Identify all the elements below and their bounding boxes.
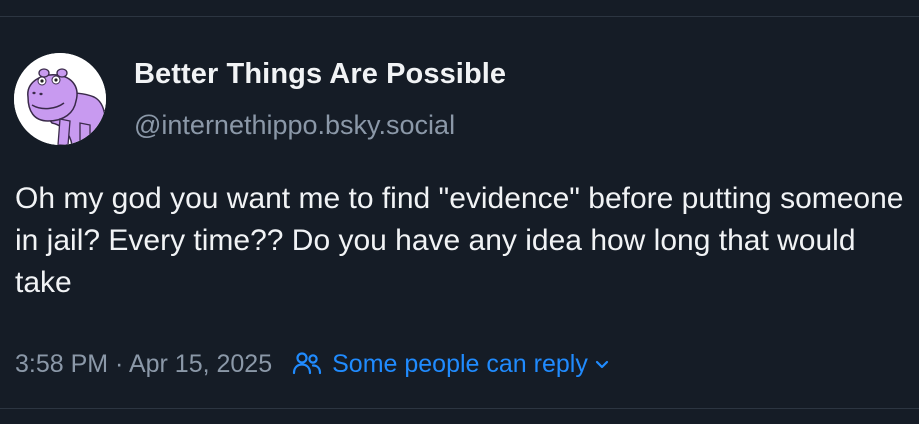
post-timestamp[interactable]: 3:58 PM · Apr 15, 2025 [15,350,272,379]
post-meta: 3:58 PM · Apr 15, 2025 Some people can r… [15,345,610,383]
reply-setting-button[interactable]: Some people can reply [292,350,610,379]
top-divider [0,16,919,17]
people-icon [292,351,322,377]
author-handle[interactable]: @internethippo.bsky.social [134,110,455,141]
post-text: Oh my god you want me to find "evidence"… [15,182,912,299]
author-avatar[interactable] [14,53,106,145]
hippo-icon [14,53,106,145]
chevron-down-icon [594,356,610,372]
author-display-name[interactable]: Better Things Are Possible [134,58,506,91]
bottom-divider [0,408,919,409]
reply-setting-label: Some people can reply [332,349,588,378]
